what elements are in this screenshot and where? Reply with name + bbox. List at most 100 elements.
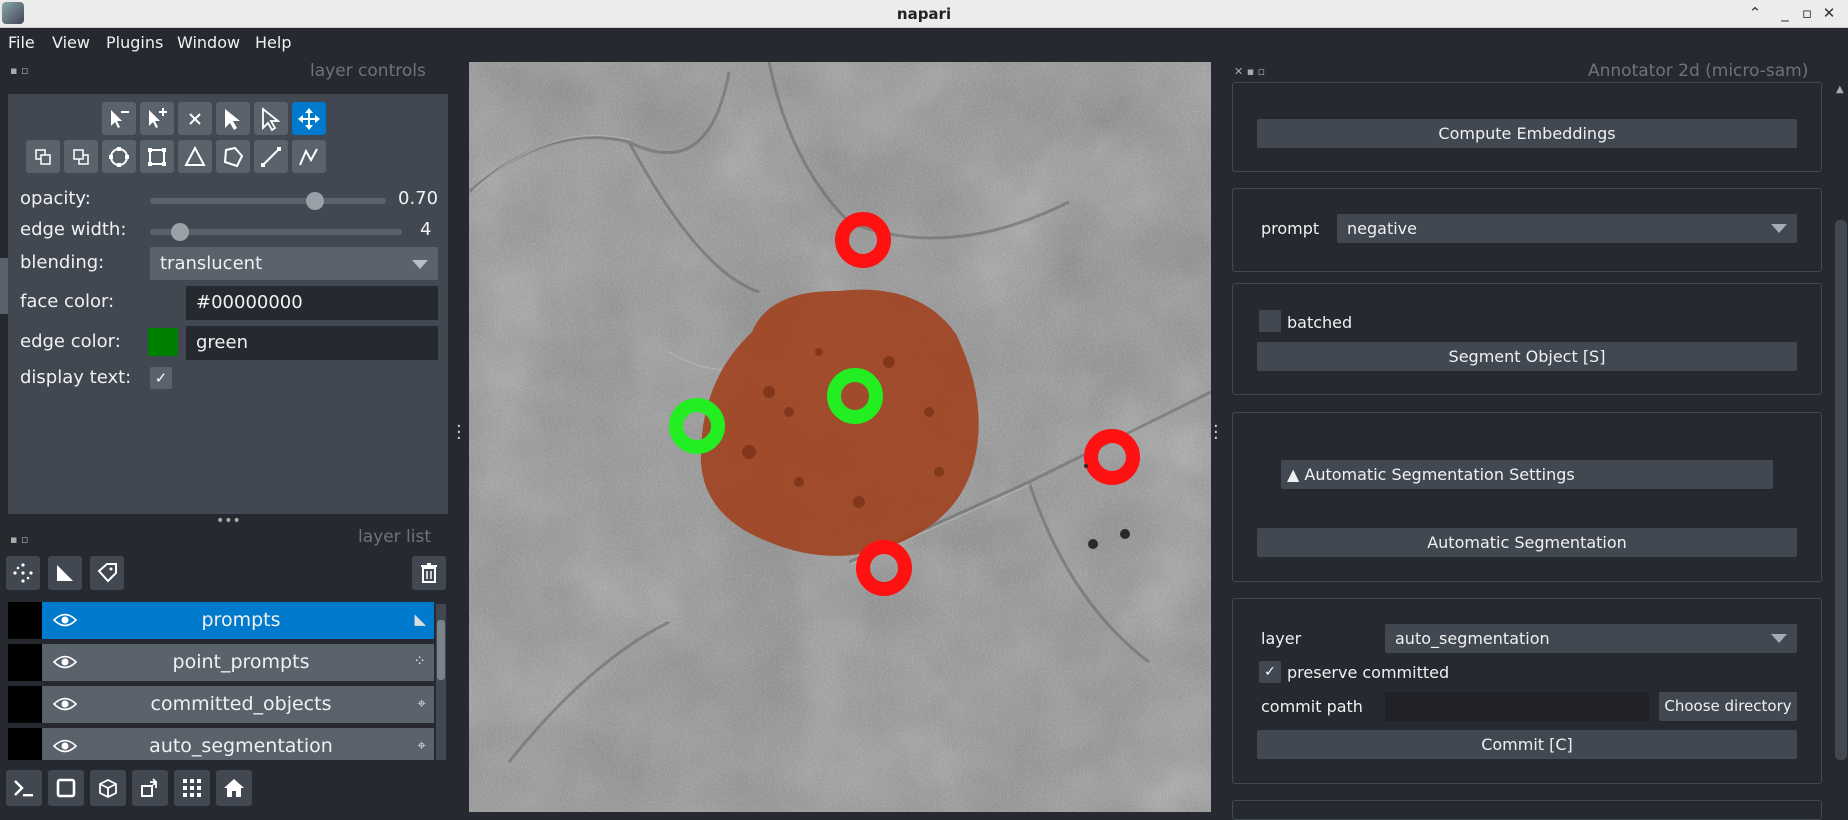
path-icon[interactable] (292, 140, 326, 173)
labels-icon: ⌖ (417, 694, 426, 712)
layer-list-header: layer list (358, 527, 432, 547)
automatic-segmentation-button[interactable]: Automatic Segmentation (1257, 528, 1797, 557)
move-back-icon[interactable] (64, 140, 98, 173)
rectangle-icon[interactable] (140, 140, 174, 173)
edge-color-field[interactable]: green (186, 326, 438, 360)
layer-list-scroll-thumb[interactable] (437, 620, 445, 680)
layer-name: point_prompts (172, 651, 310, 673)
commit-path-input[interactable] (1385, 692, 1649, 721)
maximize-button[interactable]: ▫ (1796, 4, 1818, 22)
auto-segmentation-panel: ▲ Automatic Segmentation Settings Automa… (1232, 412, 1822, 582)
edge-color-label: edge color: (20, 331, 121, 352)
roll-dims-icon[interactable] (90, 770, 126, 806)
layer-dropdown[interactable]: auto_segmentation (1385, 624, 1797, 653)
layer-row-point-prompts[interactable]: point_prompts ⁘ (8, 644, 434, 681)
grid-view-icon[interactable] (174, 770, 210, 806)
menu-window[interactable]: Window (177, 33, 240, 52)
dock-collapse-handle[interactable] (0, 258, 8, 314)
layer-thumbnail (8, 686, 42, 723)
layer-thumbnail (8, 602, 42, 639)
eye-icon[interactable] (52, 611, 78, 629)
home-icon[interactable] (216, 770, 252, 806)
face-color-field[interactable]: #00000000 (186, 286, 438, 320)
left-splitter-handle[interactable]: · · · (456, 418, 462, 448)
edge-width-value: 4 (420, 219, 432, 240)
window-up-button[interactable]: ⌃ (1744, 4, 1766, 22)
right-splitter-handle[interactable]: · · · (1213, 418, 1219, 448)
minimize-button[interactable]: _ (1774, 4, 1796, 22)
layer-list-float-icon[interactable]: ▪ ▫ (10, 533, 28, 546)
edge-color-swatch[interactable] (148, 328, 178, 356)
close-button[interactable]: ✕ (1818, 4, 1840, 22)
scroll-up-icon[interactable]: ▲ (1836, 84, 1844, 95)
layer-row-committed-objects[interactable]: committed_objects ⌖ (8, 686, 434, 723)
annotator-dock-icons[interactable]: ✕ ▪ ▫ (1234, 65, 1265, 78)
layer-row-auto-segmentation[interactable]: auto_segmentation ⌖ (8, 728, 434, 760)
display-text-label: display text: (20, 367, 132, 388)
edge-width-slider-handle[interactable] (171, 223, 190, 241)
menu-help[interactable]: Help (255, 33, 291, 52)
segment-panel: batched Segment Object [S] (1232, 283, 1822, 395)
layer-name: prompts (201, 609, 281, 631)
compute-embeddings-button[interactable]: Compute Embeddings (1257, 119, 1797, 148)
blending-dropdown[interactable]: translucent (150, 247, 438, 280)
add-points-icon[interactable] (140, 102, 174, 135)
new-shapes-layer-icon[interactable] (48, 556, 82, 590)
title-bar: napari ⌃ _ ▫ ✕ (0, 0, 1848, 28)
edge-width-label: edge width: (20, 219, 127, 240)
menu-file[interactable]: File (8, 33, 35, 52)
console-icon[interactable] (6, 770, 42, 806)
chevron-down-icon (1771, 224, 1787, 233)
select-shapes-icon[interactable] (216, 102, 250, 135)
eye-icon[interactable] (52, 695, 78, 713)
new-points-layer-icon[interactable] (6, 556, 40, 590)
points-icon: ⁘ (413, 652, 426, 670)
commit-path-label: commit path (1261, 697, 1363, 716)
opacity-slider[interactable] (150, 198, 386, 204)
polygon-icon[interactable] (216, 140, 250, 173)
select-vertices-icon[interactable] (254, 102, 288, 135)
eye-icon[interactable] (52, 653, 78, 671)
move-front-icon[interactable] (26, 140, 60, 173)
layer-name: auto_segmentation (149, 735, 333, 757)
preserve-committed-checkbox[interactable]: ✓ (1259, 661, 1281, 683)
face-color-label: face color: (20, 291, 115, 312)
new-labels-layer-icon[interactable] (90, 556, 124, 590)
layer-thumbnail (8, 644, 42, 681)
line-icon[interactable] (254, 140, 288, 173)
dock-float-icon[interactable]: ▪ ▫ (10, 64, 28, 77)
layer-label: layer (1261, 629, 1302, 648)
transpose-icon[interactable] (132, 770, 168, 806)
menu-plugins[interactable]: Plugins (106, 33, 163, 52)
preserve-committed-label: preserve committed (1287, 663, 1450, 682)
eye-icon[interactable] (52, 737, 78, 755)
triangle-icon[interactable] (178, 140, 212, 173)
pan-zoom-icon[interactable] (292, 102, 326, 135)
ellipse-icon[interactable] (102, 140, 136, 173)
next-panel-edge (1232, 800, 1822, 820)
opacity-slider-handle[interactable] (306, 192, 325, 210)
remove-selected-points-icon[interactable] (102, 102, 136, 135)
delete-selected-icon[interactable] (178, 102, 212, 135)
splitter-handle[interactable]: ••• (216, 513, 241, 529)
annotator-scroll-thumb[interactable] (1835, 220, 1847, 760)
layer-controls-header: layer controls (310, 61, 426, 81)
microscopy-image[interactable] (468, 61, 1212, 812)
layer-row-prompts[interactable]: prompts ◣ (8, 602, 434, 639)
menu-view[interactable]: View (52, 33, 90, 52)
segment-object-button[interactable]: Segment Object [S] (1257, 342, 1797, 371)
batched-checkbox[interactable] (1259, 310, 1281, 332)
layer-thumbnail (8, 728, 42, 760)
prompt-label: prompt (1261, 219, 1320, 238)
delete-layer-icon[interactable] (412, 556, 446, 590)
prompt-value: negative (1347, 219, 1417, 238)
prompt-dropdown[interactable]: negative (1337, 214, 1797, 243)
labels-icon: ⌖ (417, 736, 426, 754)
menu-bar: File View Plugins Window Help (0, 28, 1848, 59)
auto-seg-settings-toggle[interactable]: ▲ Automatic Segmentation Settings (1281, 460, 1773, 489)
image-canvas[interactable] (468, 61, 1212, 812)
display-text-checkbox[interactable]: ✓ (150, 367, 172, 389)
choose-directory-button[interactable]: Choose directory (1659, 692, 1797, 721)
commit-button[interactable]: Commit [C] (1257, 730, 1797, 759)
ndisplay-icon[interactable] (48, 770, 84, 806)
